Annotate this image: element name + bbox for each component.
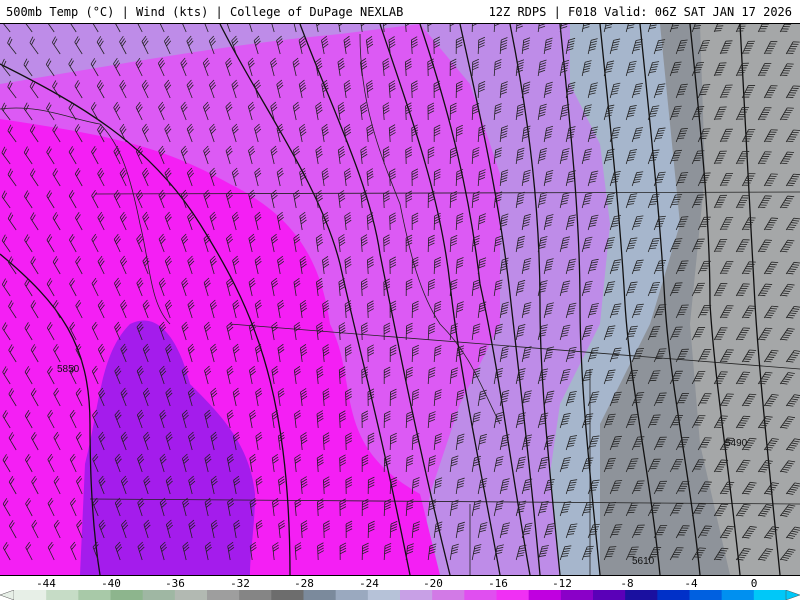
legend-tick: -8 xyxy=(620,577,634,590)
map-canvas: 5850 5490 5610 xyxy=(0,24,800,575)
legend-swatch xyxy=(560,590,594,600)
legend-swatch xyxy=(593,590,626,600)
legend-tick: -16 xyxy=(488,577,508,590)
legend-colorbar xyxy=(0,590,800,600)
legend-tick: -32 xyxy=(230,577,250,590)
legend-swatch xyxy=(174,590,208,600)
legend-swatch xyxy=(753,590,787,600)
legend-swatch xyxy=(625,590,658,600)
contour-label-5610: 5610 xyxy=(632,556,655,567)
legend-swatch xyxy=(207,590,240,600)
legend-swatch xyxy=(528,590,562,600)
legend-tick: -12 xyxy=(552,577,572,590)
legend-tick: -40 xyxy=(101,577,121,590)
legend-tick: -28 xyxy=(294,577,314,590)
legend-swatch xyxy=(367,590,401,600)
legend-tick: -44 xyxy=(36,577,56,590)
legend-swatch xyxy=(721,590,755,600)
temperature-legend: -44 -40 -36 -32 -28 -24 -20 -16 -12 -8 -… xyxy=(0,575,800,600)
contour-label-5490: 5490 xyxy=(725,438,748,449)
legend-swatch xyxy=(464,590,497,600)
legend-swatch xyxy=(657,590,690,600)
legend-swatch xyxy=(335,590,369,600)
legend-swatch xyxy=(496,590,530,600)
legend-swatch xyxy=(303,590,337,600)
legend-swatch xyxy=(46,590,79,600)
legend-swatch xyxy=(110,590,144,600)
legend-swatch xyxy=(142,590,176,600)
legend-arrow-left xyxy=(0,590,15,600)
legend-swatch xyxy=(78,590,111,600)
legend-tick: -24 xyxy=(359,577,379,590)
legend-swatch xyxy=(689,590,723,600)
map-header: 500mb Temp (°C) | Wind (kts) | College o… xyxy=(0,0,800,24)
legend-swatch xyxy=(400,590,433,600)
legend-tick: 0 xyxy=(750,577,758,590)
legend-tick: -4 xyxy=(684,577,698,590)
legend-swatch xyxy=(432,590,465,600)
legend-tick: -36 xyxy=(165,577,185,590)
contour-label-5850: 5850 xyxy=(57,364,80,375)
weather-map[interactable]: 5850 5490 5610 xyxy=(0,24,800,575)
legend-arrow-right xyxy=(785,590,800,600)
legend-swatch xyxy=(14,590,47,600)
legend-tick: -20 xyxy=(423,577,443,590)
product-title: 500mb Temp (°C) | Wind (kts) | College o… xyxy=(6,5,404,19)
legend-swatch xyxy=(271,590,304,600)
model-run-info: 12Z RDPS | F018 Valid: 06Z SAT JAN 17 20… xyxy=(488,5,792,19)
legend-swatch xyxy=(239,590,272,600)
